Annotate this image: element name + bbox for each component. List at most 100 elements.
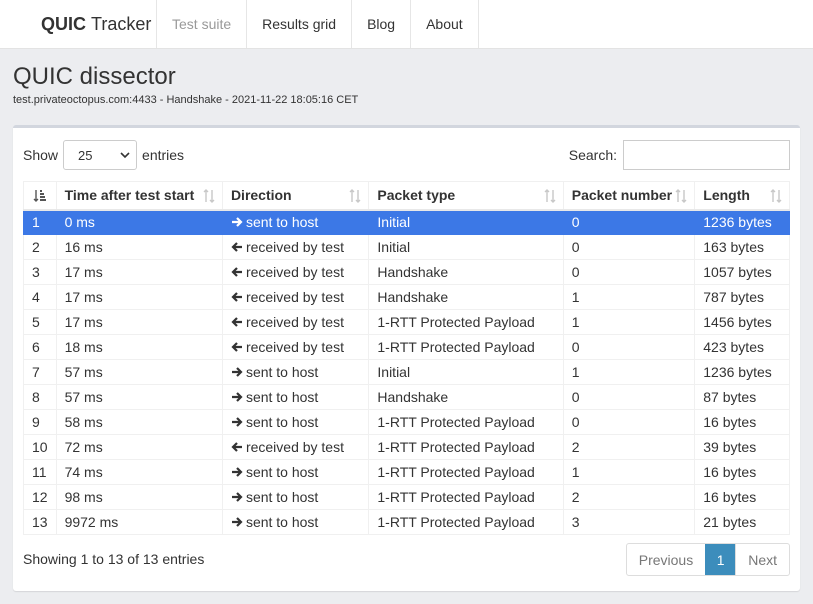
table-info: Showing 1 to 13 of 13 entries: [23, 551, 205, 567]
table-row[interactable]: 11 74 ms sent to host 1-RTT Protected Paylo…: [23, 459, 790, 485]
cell-time: 57 ms: [55, 384, 223, 410]
table-row[interactable]: 13 9972 ms sent to host 1-RTT Protected Pay…: [23, 509, 790, 535]
search-control: Search:: [569, 140, 790, 170]
table-row[interactable]: 9 58 ms sent to host 1-RTT Protected Payloa…: [23, 409, 790, 435]
entries-select[interactable]: 25: [63, 140, 138, 170]
arrow-left-icon: [231, 342, 242, 352]
cell-index: 12: [23, 484, 57, 510]
col-header-time-label: Time after test start: [64, 187, 195, 204]
cell-packet-number: 1: [562, 459, 696, 485]
cell-packet-type: Initial: [368, 359, 564, 385]
brand-logo[interactable]: QUIC Tracker: [0, 0, 156, 48]
cell-packet-number: 2: [562, 484, 696, 510]
table-row[interactable]: 8 57 ms sent to host Handshake 0 87 bytes: [23, 384, 790, 410]
table-row[interactable]: 5 17 ms received by test 1-RTT Protected Pa…: [23, 309, 790, 335]
cell-direction: sent to host: [221, 409, 370, 435]
nav-results-grid[interactable]: Results grid: [246, 0, 351, 48]
cell-index: 13: [23, 509, 57, 535]
page-subtitle: test.privateoctopus.com:4433 - Handshake…: [13, 94, 359, 106]
search-label: Search:: [568, 147, 617, 163]
cell-length: 16 bytes: [694, 484, 790, 510]
arrow-right-icon: [231, 392, 243, 402]
col-header-length[interactable]: Length: [694, 181, 790, 211]
entries-label: entries: [142, 147, 185, 163]
entries-select-value: 25: [78, 147, 93, 163]
table-row[interactable]: 10 72 ms received by test 1-RTT Protected P…: [23, 434, 790, 460]
col-header-index[interactable]: [23, 181, 57, 211]
col-header-packet-type[interactable]: Packet type: [368, 181, 564, 211]
next-page-button[interactable]: Next: [736, 544, 789, 575]
direction-label: received by test: [245, 264, 344, 280]
cell-direction: received by test: [221, 309, 370, 335]
cell-packet-number: 0: [562, 334, 696, 360]
direction-label: sent to host: [245, 389, 319, 405]
cell-time: 72 ms: [55, 434, 223, 460]
cell-packet-type: 1-RTT Protected Payload: [368, 309, 564, 335]
cell-packet-type: Initial: [368, 234, 564, 260]
chevron-down-icon: [120, 151, 130, 158]
cell-index: 11: [23, 459, 57, 485]
arrow-right-icon: [231, 217, 243, 228]
cell-time: 58 ms: [55, 409, 223, 435]
cell-packet-type: 1-RTT Protected Payload: [368, 334, 564, 360]
search-input[interactable]: [623, 140, 790, 170]
table-row[interactable]: 3 17 ms received by test Handshake 0 1057 byt…: [23, 259, 790, 285]
cell-packet-number: 0: [562, 234, 696, 260]
cell-packet-type: 1-RTT Protected Payload: [368, 509, 564, 535]
table-row[interactable]: 7 57 ms sent to host Initial 1 1236 bytes: [23, 359, 790, 385]
cell-index: 6: [23, 334, 57, 360]
cell-index: 3: [23, 259, 57, 285]
nav-blog[interactable]: Blog: [351, 0, 410, 48]
previous-page-button[interactable]: Previous: [627, 544, 705, 575]
cell-packet-number: 1: [562, 284, 696, 310]
cell-time: 0 ms: [55, 209, 223, 235]
cell-index: 1: [23, 209, 57, 235]
col-header-packet-number-label: Packet number: [571, 187, 673, 204]
cell-packet-type: Initial: [368, 209, 564, 235]
entries-length-control: Show 25 entries: [23, 140, 184, 170]
arrow-right-icon: [231, 467, 243, 477]
cell-index: 4: [23, 284, 57, 310]
col-header-direction[interactable]: Direction: [221, 181, 370, 211]
cell-length: 16 bytes: [694, 409, 790, 435]
nav-about[interactable]: About: [410, 0, 479, 48]
cell-length: 787 bytes: [694, 284, 790, 310]
cell-time: 98 ms: [55, 484, 223, 510]
cell-length: 1236 bytes: [694, 209, 790, 235]
cell-length: 163 bytes: [694, 234, 790, 260]
page-1-button[interactable]: 1: [705, 544, 737, 575]
cell-length: 1456 bytes: [694, 309, 790, 335]
arrow-right-icon: [231, 492, 243, 502]
cell-packet-type: Handshake: [368, 259, 564, 285]
cell-packet-number: 0: [562, 384, 696, 410]
table-row[interactable]: 12 98 ms sent to host 1-RTT Protected Paylo…: [23, 484, 790, 510]
arrow-right-icon: [231, 517, 243, 527]
arrow-right-icon: [231, 367, 243, 377]
col-header-packet-number[interactable]: Packet number: [562, 181, 696, 211]
arrow-right-icon: [231, 417, 243, 427]
table-row[interactable]: 10 ms sent to host Initial 0 1236 bytes: [23, 209, 790, 235]
cell-index: 9: [23, 409, 57, 435]
navbar: QUIC Tracker Test suite Results grid Blo…: [0, 0, 813, 49]
direction-label: received by test: [245, 339, 344, 355]
page-title: QUIC dissector: [13, 63, 176, 90]
cell-packet-number: 3: [562, 509, 696, 535]
table-row[interactable]: 2 16 ms received by test Initial 0 163 bytes: [23, 234, 790, 260]
cell-direction: sent to host: [221, 484, 370, 510]
direction-label: sent to host: [245, 414, 319, 430]
arrow-left-icon: [231, 317, 242, 327]
col-header-time[interactable]: Time after test start: [55, 181, 223, 211]
arrow-left-icon: [231, 242, 242, 252]
nav-test-suite[interactable]: Test suite: [156, 0, 246, 48]
cell-length: 16 bytes: [694, 459, 790, 485]
table-row[interactable]: 4 17 ms received by test Handshake 1 787 byte…: [23, 284, 790, 310]
cell-time: 57 ms: [55, 359, 223, 385]
cell-direction: received by test: [221, 284, 370, 310]
cell-length: 39 bytes: [694, 434, 790, 460]
cell-direction: received by test: [221, 234, 370, 260]
col-header-direction-label: Direction: [230, 187, 292, 204]
cell-time: 17 ms: [55, 259, 223, 285]
sort-both-icon: [544, 189, 556, 203]
cell-direction: received by test: [221, 434, 370, 460]
table-row[interactable]: 6 18 ms received by test 1-RTT Protected Pa…: [23, 334, 790, 360]
